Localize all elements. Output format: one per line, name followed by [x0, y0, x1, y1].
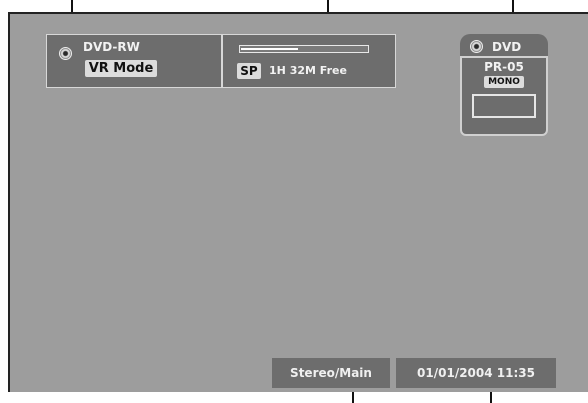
recording-status-panel: SP 1H 32M Free [222, 34, 396, 88]
disc-icon [470, 40, 483, 53]
disc-info-panel: DVD-RW VR Mode [46, 34, 222, 88]
source-channel-box: PR-05 MONO [460, 56, 548, 136]
audio-status-box: Stereo/Main [272, 358, 390, 388]
empty-info-slot [472, 94, 536, 118]
source-label: DVD [492, 40, 522, 54]
source-tab: DVD [460, 34, 548, 58]
disc-space-fill [241, 48, 298, 50]
record-quality-badge: SP [237, 63, 261, 79]
free-time-label: 1H 32M Free [269, 64, 347, 77]
record-mode-badge: VR Mode [85, 60, 157, 77]
audio-mode-badge: MONO [484, 76, 524, 88]
disc-icon [59, 47, 72, 60]
channel-label: PR-05 [484, 60, 524, 74]
datetime-box: 01/01/2004 11:35 [396, 358, 556, 388]
osd-screen: DVD-RW VR Mode SP 1H 32M Free DVD PR-05 … [8, 12, 588, 392]
disc-space-bar [239, 45, 369, 53]
disc-type-label: DVD-RW [83, 40, 140, 54]
